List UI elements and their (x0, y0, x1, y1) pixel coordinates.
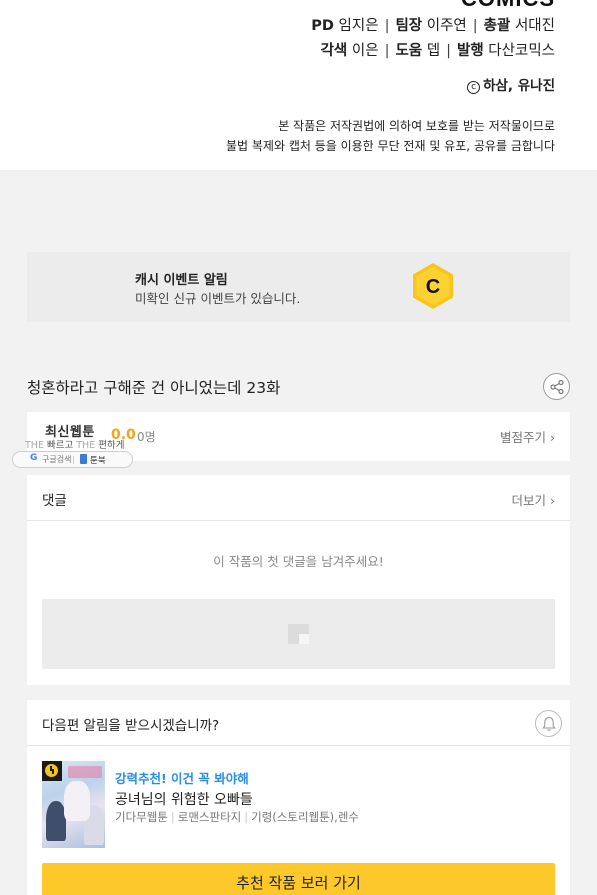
tagline-word: 빠르고 (46, 440, 74, 451)
publisher-logo: COMICS (461, 0, 555, 12)
watermark-tagline: THE 빠르고 THE 편하게 (25, 437, 124, 451)
credit-name: 뎁 (426, 43, 441, 59)
next-alert-header: 다음편 알림을 받으시겠습니까? (27, 700, 570, 746)
comment-label: 댓글 (42, 493, 67, 509)
recommended-thumbnail[interactable] (42, 761, 105, 848)
tagline-the: THE (76, 440, 96, 451)
recommended-title[interactable]: 공녀님의 위험한 오빠들 (115, 789, 253, 809)
comment-section: 댓글 더보기 › 이 작품의 첫 댓글을 남겨주세요! (27, 475, 570, 685)
google-icon: G (30, 453, 38, 463)
event-subtitle: 미확인 신규 이벤트가 있습니다. (135, 291, 301, 306)
site-watermark: 최신웹툰 THE 빠르고 THE 편하게 G 구글검색 툰북 (12, 420, 134, 468)
credit-role: 팀장 (395, 18, 423, 34)
wait-free-badge-icon (42, 761, 62, 781)
view-recommendation-button[interactable]: 추천 작품 보러 가기 (42, 863, 555, 895)
bell-icon (542, 716, 556, 731)
cash-event-banner[interactable]: 캐시 이벤트 알림 미확인 신규 이벤트가 있습니다. C (27, 252, 570, 322)
copyright-notice-line1: 본 작품은 저작권법에 의하여 보호를 받는 저작물이므로 (278, 119, 555, 133)
recommendation-tag: 강력추천! 이건 꼭 봐야해 (115, 771, 249, 786)
episode-title: 청혼하라고 구해준 건 아니었는데 23화 (27, 379, 281, 397)
google-search-label: 구글검색 (42, 455, 72, 464)
next-episode-alert-section: 다음편 알림을 받으시겠습니까? 강력추천! 이건 꼭 봐야해 공녀님의 위험한… (27, 700, 570, 895)
coin-letter: C (426, 276, 440, 298)
credit-line-staff: PD 임지은 | 팀장 이주연 | 총괄 서대진 (311, 18, 555, 34)
comment-more-link[interactable]: 더보기 › (512, 490, 556, 509)
credit-name: 임지은 (338, 18, 379, 34)
tagline-the: THE (25, 440, 44, 451)
bookmark-label: 툰북 (90, 456, 106, 466)
rating-count: 0명 (137, 430, 156, 444)
share-button[interactable] (543, 373, 570, 400)
share-icon (550, 379, 564, 395)
rate-button-label: 별점주기 (500, 430, 547, 445)
credit-name: 서대진 (514, 18, 555, 34)
credit-role: 총괄 (483, 18, 511, 34)
comment-header: 댓글 더보기 › (27, 475, 570, 521)
copyright-holders: 하삼, 유나진 (483, 78, 555, 94)
alert-bell-button[interactable] (535, 710, 562, 737)
comment-input-area[interactable] (42, 599, 555, 669)
comment-more-label: 더보기 (511, 493, 547, 508)
rate-button[interactable]: 별점주기 › (500, 427, 555, 446)
next-alert-label: 다음편 알림을 받으시겠습니까? (42, 718, 220, 734)
credit-name: 이주연 (426, 18, 467, 34)
credit-name: 이은 (351, 43, 379, 59)
credit-name: 다산코믹스 (488, 43, 555, 59)
event-title: 캐시 이벤트 알림 (135, 273, 228, 288)
comment-empty-message: 이 작품의 첫 댓글을 남겨주세요! (213, 554, 384, 569)
genre-item: 로맨스판타지 (177, 810, 242, 824)
tagline-word: 편하게 (98, 440, 125, 451)
credit-line-production: 각색 이은 | 도움 뎁 | 발행 다산코믹스 (320, 43, 555, 59)
bookmark-icon (80, 454, 87, 464)
copyright: c 하삼, 유나진 (467, 74, 555, 94)
credit-role: 도움 (395, 43, 423, 59)
copyright-notice-line2: 불법 복제와 캡처 등을 이용한 무단 전재 및 유포, 공유를 금합니다 (225, 139, 555, 153)
credit-role: 발행 (457, 43, 484, 59)
credit-role: 각색 (320, 43, 348, 59)
genre-item: 기령(스토리웹툰),렌수 (251, 810, 359, 824)
genre-item: 기다무웹툰 (115, 810, 168, 824)
copyright-icon: c (467, 81, 481, 94)
cash-coin-icon: C (413, 263, 453, 309)
recommended-genres: 기다무웹툰 | 로맨스판타지 | 기령(스토리웹툰),렌수 (115, 810, 359, 824)
credit-role: PD (311, 18, 334, 34)
comment-write-icon (288, 624, 309, 644)
watermark-links[interactable]: G 구글검색 툰북 (12, 451, 133, 468)
credits-section: COMICS PD 임지은|팀장 이주연|총괄 서대진 각색 이은|도움 뎁|발… (0, 0, 597, 170)
